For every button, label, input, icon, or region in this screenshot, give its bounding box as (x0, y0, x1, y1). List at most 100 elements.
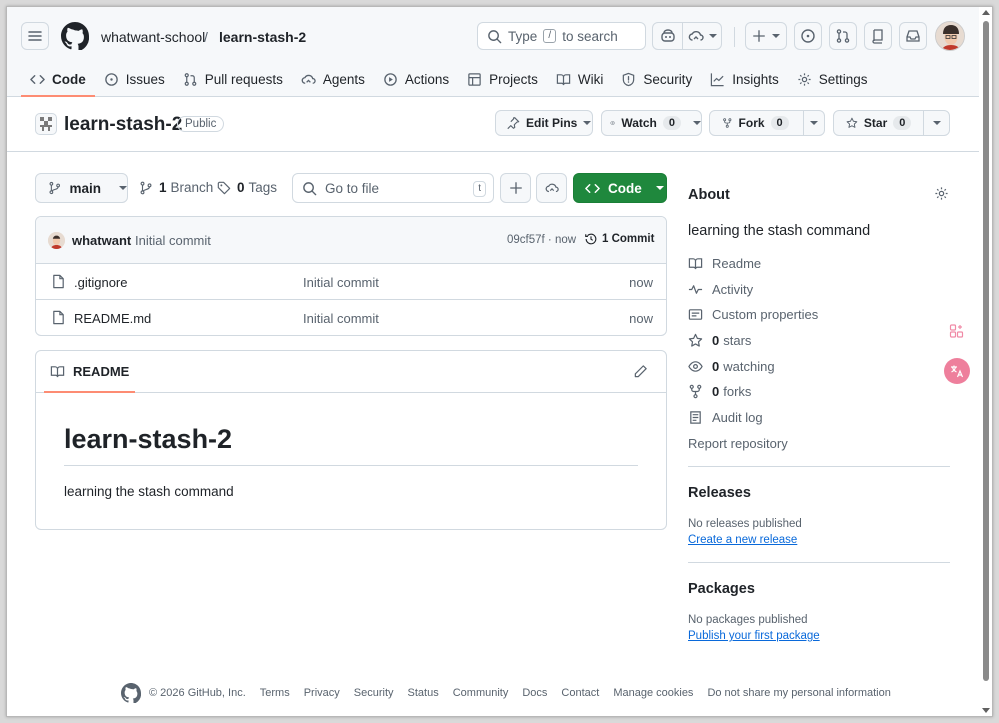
file-name[interactable]: README.md (74, 311, 151, 326)
scrollbar-thumb[interactable] (983, 21, 989, 681)
footer-link-contact[interactable]: Contact (561, 687, 599, 699)
code-download-button[interactable]: Code (573, 173, 667, 203)
forks-label: forks (723, 384, 752, 399)
book-icon (688, 258, 703, 270)
github-logo-icon[interactable] (121, 683, 141, 703)
pull-requests-button[interactable] (829, 22, 857, 50)
footer-link-security[interactable]: Security (354, 687, 394, 699)
fork-menu-button[interactable] (802, 111, 824, 135)
tab-settings[interactable]: Settings (788, 63, 877, 95)
footer-link-privacy[interactable]: Privacy (304, 687, 340, 699)
menu-button[interactable] (21, 22, 49, 50)
branch-selector[interactable]: main (35, 173, 128, 203)
footer-link-terms[interactable]: Terms (260, 687, 290, 699)
repo-owner-avatar[interactable] (35, 113, 57, 135)
tab-agents[interactable]: Agents (292, 63, 374, 95)
chevron-down-icon (809, 121, 818, 125)
shield-icon (623, 72, 635, 86)
translate-icon (951, 365, 964, 378)
repositories-button[interactable] (864, 22, 892, 50)
fork-button[interactable]: Fork 0 (709, 110, 825, 136)
file-name[interactable]: .gitignore (74, 275, 127, 290)
packages-empty-text: No packages published (688, 614, 808, 626)
breadcrumb-owner[interactable]: whatwant-school (101, 29, 205, 45)
eye-icon (688, 361, 703, 372)
copilot-button[interactable] (653, 23, 683, 49)
tab-code[interactable]: Code (21, 63, 95, 97)
tab-issues[interactable]: Issues (95, 63, 174, 95)
publish-package-link[interactable]: Publish your first package (688, 630, 820, 642)
extension-apps-button[interactable] (944, 318, 970, 344)
tab-security[interactable]: Security (612, 63, 701, 95)
cloud-agent-icon (688, 30, 704, 41)
file-commit-message[interactable]: Initial commit (303, 311, 379, 326)
readme-tab[interactable]: README (44, 351, 136, 393)
footer-link-docs[interactable]: Docs (522, 687, 547, 699)
edit-pins-button[interactable]: Edit Pins (495, 110, 593, 136)
breadcrumb-repo[interactable]: learn-stash-2 (219, 29, 306, 45)
fork-count: 0 (770, 116, 789, 130)
gear-icon[interactable] (934, 186, 949, 201)
avatar-face-icon (48, 232, 65, 249)
footer-link-manage-cookies[interactable]: Manage cookies (613, 687, 693, 699)
repo-title[interactable]: learn-stash-2 (64, 114, 182, 136)
copilot-menu-button[interactable] (683, 28, 721, 44)
commit-hash-time[interactable]: 09cf57f · now (507, 234, 576, 246)
create-new-button[interactable] (745, 22, 787, 50)
pencil-icon[interactable] (633, 364, 648, 379)
commit-author[interactable]: whatwant (72, 233, 131, 248)
file-commit-message[interactable]: Initial commit (303, 275, 379, 290)
forks-count: 0 (712, 384, 720, 399)
report-repository-link[interactable]: Report repository (688, 436, 788, 451)
packages-title[interactable]: Packages (688, 581, 755, 597)
add-file-button[interactable] (500, 173, 531, 203)
watch-button[interactable]: Watch 0 (601, 110, 702, 136)
author-avatar[interactable] (48, 232, 65, 249)
file-icon (53, 274, 64, 289)
custom-properties-link[interactable]: Custom properties (688, 307, 818, 322)
commit-history-link[interactable]: 1 Commit (584, 232, 654, 246)
audit-log-link[interactable]: Audit log (688, 410, 763, 425)
create-release-link[interactable]: Create a new release (688, 534, 797, 546)
star-menu-button[interactable] (923, 111, 949, 135)
forks-link[interactable]: 0 forks (688, 384, 751, 399)
inbox-button[interactable] (899, 22, 927, 50)
activity-link[interactable]: Activity (688, 282, 753, 297)
tab-pull-requests[interactable]: Pull requests (174, 63, 292, 95)
tab-insights[interactable]: Insights (701, 63, 788, 95)
watching-link[interactable]: 0 watching (688, 359, 775, 374)
vertical-scrollbar[interactable] (980, 7, 992, 716)
branch-icon (49, 181, 61, 195)
global-search-input[interactable]: Type / to search (477, 22, 646, 50)
scroll-down-arrow-icon[interactable] (982, 708, 990, 713)
tab-projects[interactable]: Projects (458, 63, 547, 95)
file-row[interactable]: .gitignore Initial commit now (36, 264, 666, 300)
browser-window: whatwant-school / learn-stash-2 Type / t… (6, 6, 993, 717)
github-logo-icon[interactable] (61, 22, 89, 50)
file-row[interactable]: README.md Initial commit now (36, 300, 666, 335)
tab-wiki[interactable]: Wiki (547, 63, 613, 95)
branches-link[interactable]: 1 Branch (139, 180, 213, 195)
code-icon (585, 183, 600, 193)
scroll-up-arrow-icon[interactable] (982, 10, 990, 15)
commit-message[interactable]: Initial commit (135, 233, 211, 248)
translate-button[interactable] (944, 358, 970, 384)
tag-icon (217, 181, 231, 194)
readme-link[interactable]: Readme (688, 256, 761, 271)
releases-title[interactable]: Releases (688, 485, 751, 501)
tab-label: Wiki (577, 71, 604, 87)
footer-link-community[interactable]: Community (453, 687, 509, 699)
footer-link-status[interactable]: Status (408, 687, 439, 699)
footer-link-do-not-share[interactable]: Do not share my personal information (707, 687, 890, 699)
codespace-agent-button[interactable] (536, 173, 567, 203)
stars-link[interactable]: 0 stars (688, 333, 751, 348)
issues-button[interactable] (794, 22, 822, 50)
releases-empty-text: No releases published (688, 518, 802, 530)
site-footer: © 2026 GitHub, Inc. Terms Privacy Securi… (121, 683, 891, 703)
star-button[interactable]: Star 0 (833, 110, 950, 136)
tags-link[interactable]: 0 Tags (217, 180, 277, 195)
go-to-file-input[interactable]: Go to file t (292, 173, 494, 203)
user-avatar[interactable] (935, 21, 965, 51)
tab-actions[interactable]: Actions (374, 63, 458, 95)
graph-icon (711, 72, 724, 86)
